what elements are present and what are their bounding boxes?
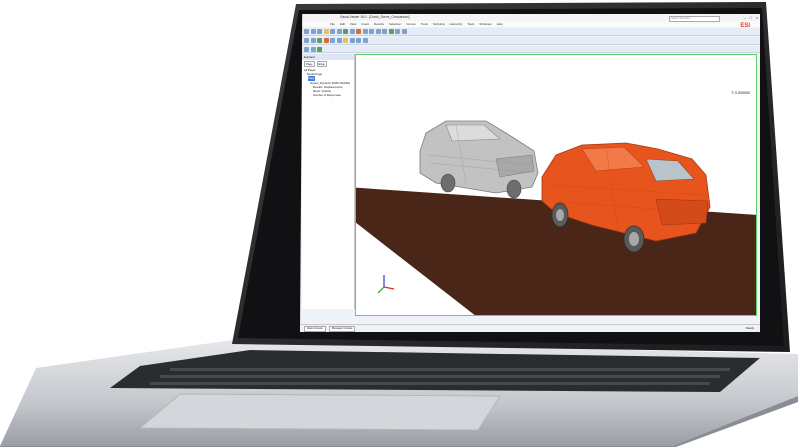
toolbar-tertiary (300, 46, 760, 53)
export-icon[interactable] (362, 38, 368, 43)
play-icon[interactable] (343, 29, 348, 34)
menu-selection[interactable]: Selection (389, 21, 401, 27)
annotate-icon[interactable] (356, 38, 361, 43)
section-icon[interactable] (330, 38, 335, 43)
folder-icon[interactable] (323, 29, 329, 34)
menu-view[interactable]: View (350, 21, 356, 27)
grey-car[interactable] (419, 120, 539, 199)
hide-icon[interactable] (323, 38, 329, 43)
rotate-icon[interactable] (401, 29, 407, 34)
camera-icon[interactable] (395, 29, 400, 34)
minimize-button[interactable]: – (744, 15, 746, 20)
contour-icon[interactable] (336, 38, 342, 43)
toolbar-primary (300, 28, 760, 36)
iso-view-icon[interactable] (317, 46, 322, 52)
status-text: Ready (745, 326, 754, 330)
3d-viewport[interactable]: T: 0.000000 (355, 54, 757, 316)
forward-icon[interactable] (369, 29, 374, 34)
app-screen: Visual-Viewer 16.0 - [Crash_Scene_Compar… (300, 14, 760, 332)
show-icon[interactable] (317, 38, 322, 43)
zoom-icon[interactable] (375, 29, 381, 34)
search-input[interactable]: Search Assistant (669, 15, 720, 22)
light-icon[interactable] (343, 38, 348, 43)
menu-tools[interactable]: Tools (421, 21, 428, 27)
stop-icon[interactable] (356, 29, 361, 34)
tab-data-console[interactable]: Data Console (304, 326, 326, 332)
window-title: Visual-Viewer 16.0 - [Crash_Scene_Compar… (340, 15, 410, 19)
scene-svg (356, 120, 756, 315)
menu-insert[interactable]: Insert (361, 21, 369, 27)
new-icon[interactable] (304, 29, 309, 34)
select-icon[interactable] (304, 38, 309, 43)
pause-icon[interactable] (349, 29, 355, 34)
tree-node-responses[interactable]: Number of Responses (304, 93, 354, 97)
toolbar-secondary (300, 37, 760, 45)
maximize-button[interactable]: □ (750, 15, 752, 20)
pan-icon[interactable] (304, 46, 309, 52)
menu-hierarchy[interactable]: Hierarchy (450, 21, 463, 27)
trackpad (138, 393, 501, 431)
tree-node-page-selected[interactable]: Page (308, 76, 315, 81)
open-icon[interactable] (310, 29, 316, 34)
menu-curves[interactable]: Curves (406, 21, 416, 27)
menu-scripting[interactable]: Scripting (433, 21, 445, 27)
model-tree-panel: Explorer Page Edge All Pages Model Page … (302, 54, 355, 309)
menu-file[interactable]: File (330, 21, 335, 27)
axis-triad-icon (377, 275, 395, 294)
pick-icon[interactable] (310, 38, 316, 43)
menu-results[interactable]: Results (374, 21, 384, 27)
tab-page[interactable]: Page (304, 61, 315, 67)
menu-tools-2[interactable]: Tools (467, 21, 474, 27)
mesh-icon[interactable] (388, 29, 394, 34)
menu-windows[interactable]: Windows (479, 21, 491, 27)
menu-edit[interactable]: Edit (340, 21, 345, 27)
redo-icon[interactable] (336, 29, 342, 34)
fit-icon[interactable] (382, 29, 387, 34)
close-button[interactable]: × (756, 15, 758, 20)
orbit-icon[interactable] (310, 46, 316, 52)
rewind-icon[interactable] (362, 29, 368, 34)
tab-message-console[interactable]: Message Console (328, 326, 356, 332)
tree-tabs: Page Edge (302, 60, 354, 68)
menu-help[interactable]: Help (497, 21, 503, 27)
console-tabs: Data Console Message Console (304, 326, 356, 332)
tab-edge[interactable]: Edge (316, 61, 328, 67)
save-icon[interactable] (317, 29, 322, 34)
status-bar: Data Console Message Console Ready (300, 324, 760, 332)
undo-icon[interactable] (330, 29, 335, 34)
menu-bar: File Edit View Insert Results Selection … (300, 21, 760, 27)
measure-icon[interactable] (349, 38, 355, 43)
